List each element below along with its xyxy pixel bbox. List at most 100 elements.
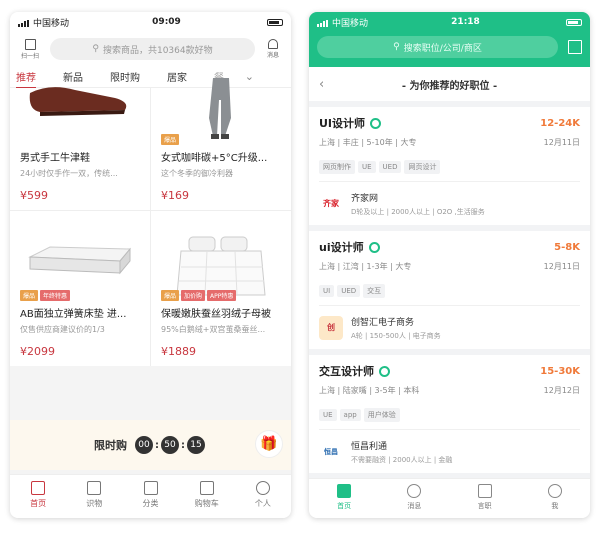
gift-icon[interactable]: 🎁: [255, 430, 283, 458]
cart-icon: [199, 481, 214, 495]
search-icon: ⚲: [393, 42, 400, 52]
smile-icon: [547, 484, 562, 498]
badge: 加价购: [181, 290, 206, 301]
job-info: 上海 | 丰庄 | 5-10年 | 大专: [319, 138, 417, 147]
job-app-screen: 中国移动 21:18 ⚲ 搜索职位/公司/商区 ‹ - 为你推荐的好职位 - UI…: [309, 12, 590, 518]
product-desc: 95%白鹅绒+双宫茧桑蚕丝...: [161, 325, 266, 334]
job-card[interactable]: UI设计师 12-24K 上海 | 丰庄 | 5-10年 | 大专 12月11日 网…: [309, 107, 590, 225]
clock: 21:18: [451, 17, 480, 27]
flash-sale-banner[interactable]: 限时购 00: 50: 15 🎁: [10, 420, 291, 470]
scan-icon[interactable]: [568, 40, 582, 54]
job-date: 12月11日: [543, 262, 580, 271]
nav-discover[interactable]: 识物: [66, 475, 122, 518]
company-row: 创 创智汇电子商务 A轮 | 150-500人 | 电子商务: [319, 305, 580, 341]
company-name: 创智汇电子商务: [351, 318, 415, 328]
search-input[interactable]: ⚲ 搜索商品，共10364款好物: [50, 38, 255, 60]
product-title: 女式咖啡碳+5°C升级...: [161, 153, 268, 164]
scan-icon: [24, 38, 36, 50]
search-icon: ⚲: [92, 44, 99, 54]
badge: APP特惠: [207, 290, 237, 301]
shopping-app-screen: 中国移动 09:09 扫一扫 ⚲ 搜索商品，共10364款好物 消息 推荐 新品 …: [10, 12, 291, 518]
product-title: 保暖嫩肤蚕丝羽绒子母被: [161, 309, 271, 320]
nav-profile[interactable]: 个人: [235, 475, 291, 518]
company-info: 不需要融资 | 2000人以上 | 金融: [351, 456, 453, 464]
bottom-nav: 首页 消息 言职 我: [309, 478, 590, 518]
clock: 09:09: [152, 17, 181, 27]
job-tags: 网页制作 UE UED 网页设计: [319, 154, 580, 174]
job-card[interactable]: 交互设计师 15-30K 上海 | 陆家嘴 | 3-5年 | 本科 12月12日 U…: [309, 355, 590, 473]
product-card[interactable]: 爆品 加价购 APP特惠 保暖嫩肤蚕丝羽绒子母被 95%白鹅绒+双宫茧桑蚕丝... …: [151, 211, 291, 366]
category-icon: [143, 481, 158, 495]
product-price: ¥169: [161, 189, 189, 202]
job-card[interactable]: ui设计师 5-8K 上海 | 江湾 | 1-3年 | 大专 12月11日 UI UE…: [309, 231, 590, 349]
job-title: UI设计师: [319, 117, 366, 130]
scan-button[interactable]: 扫一扫: [16, 38, 44, 60]
search-row: ⚲ 搜索职位/公司/商区: [309, 32, 590, 58]
nav-cart[interactable]: 购物车: [179, 475, 235, 518]
product-card[interactable]: 男式手工牛津鞋 24小时仅手作一双，传统... ¥599: [10, 87, 150, 210]
company-info: D轮及以上 | 2000人以上 | O2O ,生活服务: [351, 208, 485, 216]
badge: 爆品: [20, 290, 39, 301]
job-info: 上海 | 陆家嘴 | 3-5年 | 本科: [319, 386, 420, 395]
status-bar: 中国移动 21:18: [309, 12, 590, 32]
product-desc: 24小时仅手作一双，传统...: [20, 169, 118, 178]
salary: 12-24K: [540, 117, 580, 129]
countdown-minutes: 50: [161, 436, 179, 454]
signal-icon: [18, 19, 30, 27]
battery-icon: [266, 18, 283, 26]
bottom-nav: 首页 识物 分类 购物车 个人: [10, 474, 291, 518]
status-icon: [368, 241, 380, 253]
search-input[interactable]: ⚲ 搜索职位/公司/商区: [317, 36, 558, 58]
product-title: 男式手工牛津鞋: [20, 153, 90, 164]
job-date: 12月11日: [543, 138, 580, 147]
signal-icon: [317, 19, 329, 27]
frame-icon: [87, 481, 102, 495]
message-button[interactable]: 消息: [261, 39, 285, 59]
product-card[interactable]: 爆品 女式咖啡碳+5°C升级... 这个冬季的御冷利器 ¥169: [151, 78, 291, 210]
bell-icon: [268, 39, 278, 49]
company-row: 齐家 齐家网 D轮及以上 | 2000人以上 | O2O ,生活服务: [319, 181, 580, 217]
nav-home[interactable]: 首页: [309, 479, 379, 518]
countdown-seconds: 15: [187, 436, 205, 454]
product-title: AB面独立弹簧床垫 进...: [20, 309, 127, 320]
carrier: 中国移动: [317, 16, 368, 29]
nav-messages[interactable]: 消息: [379, 479, 449, 518]
nav-resume[interactable]: 言职: [450, 479, 520, 518]
badge: 爆品: [161, 290, 180, 301]
product-desc: 这个冬季的御冷利器: [161, 169, 233, 178]
nav-category[interactable]: 分类: [122, 475, 178, 518]
green-header: 中国移动 21:18 ⚲ 搜索职位/公司/商区: [309, 12, 590, 67]
job-tags: UE app 用户体验: [319, 402, 580, 422]
job-date: 12月12日: [543, 386, 580, 395]
home-icon: [337, 484, 352, 498]
company-name: 齐家网: [351, 194, 379, 204]
nav-home[interactable]: 首页: [10, 475, 66, 518]
flash-sale-label: 限时购: [94, 439, 127, 452]
home-icon: [31, 481, 46, 495]
nav-me[interactable]: 我: [520, 479, 590, 518]
product-card[interactable]: 爆品 年终特惠 AB面独立弹簧床垫 进... 仅售供应商建议价的1/3 ¥2099: [10, 211, 150, 366]
product-price: ¥2099: [20, 345, 55, 358]
salary: 15-30K: [540, 365, 580, 377]
company-logo: 齐家: [323, 199, 339, 208]
shoe-image: [29, 87, 127, 116]
company-logo: 创: [319, 316, 343, 340]
company-logo: 恒昌: [324, 448, 338, 456]
carrier: 中国移动: [18, 16, 69, 29]
product-price: ¥599: [20, 189, 48, 202]
company-info: A轮 | 150-500人 | 电子商务: [351, 332, 441, 340]
chat-icon: [407, 484, 422, 498]
job-info: 上海 | 江湾 | 1-3年 | 大专: [319, 262, 412, 271]
header: 扫一扫 ⚲ 搜索商品，共10364款好物 消息: [10, 32, 291, 66]
status-icon: [370, 117, 382, 129]
battery-icon: [565, 18, 582, 26]
page-title: ‹ - 为你推荐的好职位 -: [309, 67, 590, 101]
job-tags: UI UED 交互: [319, 278, 580, 298]
back-icon[interactable]: ‹: [319, 77, 324, 92]
salary: 5-8K: [554, 241, 580, 253]
user-icon: [255, 481, 270, 495]
product-grid: 男式手工牛津鞋 24小时仅手作一双，传统... ¥599 爆品 女式咖啡碳+5°…: [10, 78, 291, 366]
product-desc: 仅售供应商建议价的1/3: [20, 325, 105, 334]
product-price: ¥1889: [161, 345, 196, 358]
job-title: ui设计师: [319, 241, 364, 254]
